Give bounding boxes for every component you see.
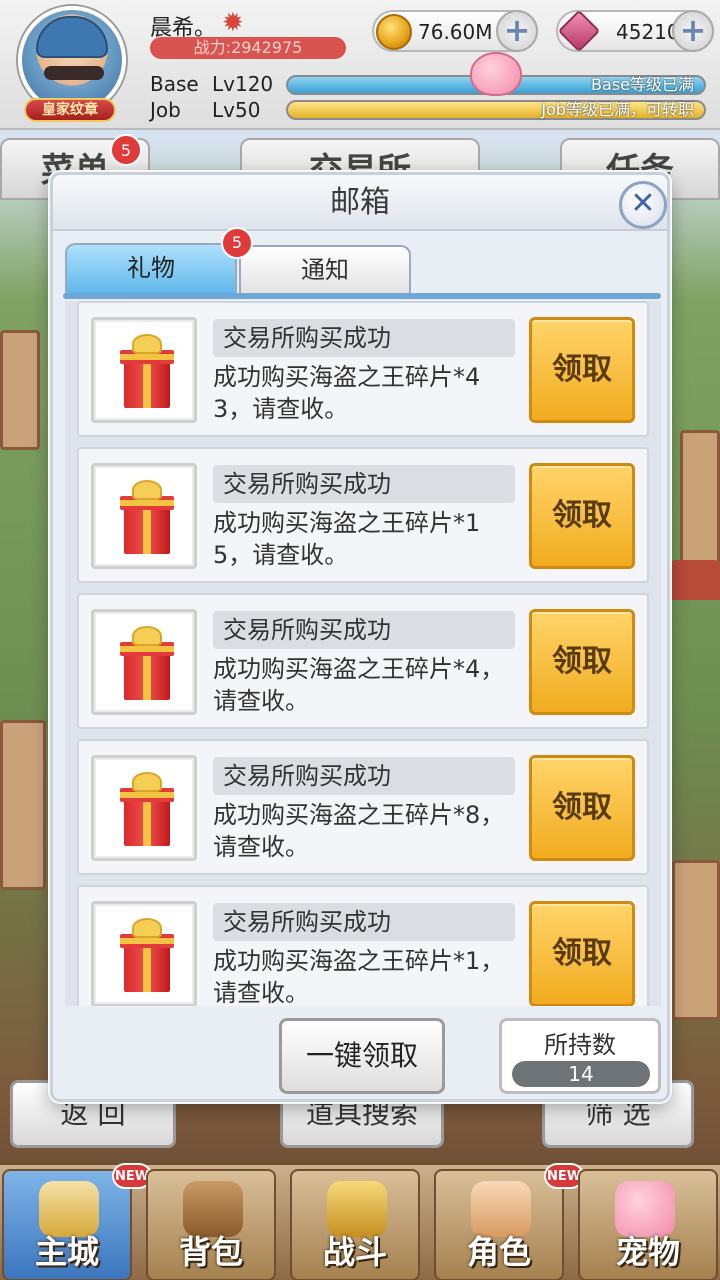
nav-pet[interactable]: 宠物 (578, 1169, 718, 1280)
held-count-panel: 所持数 14 (499, 1018, 661, 1094)
gem-counter: 45210 + (556, 9, 714, 53)
nav-main-city[interactable]: 主城 NEW (2, 1163, 152, 1280)
tab-notices[interactable]: 通知 (239, 245, 411, 293)
nav-backpack[interactable]: 背包 (146, 1169, 276, 1280)
job-label: Job (150, 98, 181, 122)
royal-badge: 皇家纹章 (24, 98, 116, 122)
coin-icon (376, 14, 412, 50)
nav-battle[interactable]: 战斗 (290, 1169, 420, 1280)
base-label: Base (150, 72, 199, 96)
nav-label: 主城 (34, 1233, 99, 1271)
job-exp-bar: Job等级已满，可转职 (286, 100, 706, 120)
gift-box-icon (91, 463, 197, 569)
add-gems-button[interactable]: + (672, 10, 714, 52)
mail-item: 交易所购买成功 成功购买海盗之王碎片*43，请查收。 领取 (77, 301, 649, 437)
nav-character[interactable]: 角色 NEW (434, 1163, 584, 1280)
claim-button[interactable]: 领取 (529, 463, 635, 569)
mail-title: 交易所购买成功 (213, 757, 515, 795)
zeny-value: 76.60M (418, 20, 493, 44)
mail-body: 成功购买海盗之王碎片*8，请查收。 (213, 801, 505, 861)
building (672, 860, 720, 1020)
held-count-value: 14 (512, 1061, 650, 1087)
claim-button[interactable]: 领取 (529, 755, 635, 861)
nav-label: 角色 (466, 1233, 531, 1271)
gift-box-icon (91, 609, 197, 715)
mail-title: 交易所购买成功 (213, 465, 515, 503)
building (0, 720, 46, 890)
tab-gifts[interactable]: 礼物 (65, 243, 237, 295)
mail-title: 交易所购买成功 (213, 319, 515, 357)
tab-underline (63, 293, 661, 299)
mail-body: 成功购买海盗之王碎片*43，请查收。 (213, 363, 481, 423)
gift-count-badge: 5 (221, 227, 253, 259)
mail-body: 成功购买海盗之王碎片*4，请查收。 (213, 655, 505, 715)
claim-button[interactable]: 领取 (529, 317, 635, 423)
mail-item: 交易所购买成功 成功购买海盗之王碎片*4，请查收。 领取 (77, 593, 649, 729)
nav-label: 背包 (178, 1233, 243, 1271)
mailbox-dialog: 邮箱 ✕ 礼物 通知 5 交易所购买成功 成功购买海盗之王碎片*43，请查收。 … (50, 172, 670, 1102)
mail-item: 交易所购买成功 成功购买海盗之王碎片*8，请查收。 领取 (77, 739, 649, 875)
poring-pet-icon[interactable] (470, 52, 522, 96)
menu-badge: 5 (110, 134, 142, 166)
claim-button[interactable]: 领取 (529, 901, 635, 1006)
mail-title: 交易所购买成功 (213, 611, 515, 649)
player-hud: 皇家纹章 晨希。 ✹ 战力:2942975 76.60M + 45210 + B… (0, 0, 720, 130)
nav-label: 战斗 (322, 1233, 387, 1271)
mail-body: 成功购买海盗之王碎片*1，请查收。 (213, 947, 505, 1006)
mail-list[interactable]: 交易所购买成功 成功购买海盗之王碎片*43，请查收。 领取 交易所购买成功 成功… (65, 301, 661, 1006)
combat-power: 战力:2942975 (150, 37, 346, 59)
title-emblem-icon: ✹ (222, 8, 244, 38)
avatar-mask (44, 66, 104, 80)
avatar-hat (36, 16, 108, 58)
gem-value: 45210 (616, 20, 680, 44)
base-level: Lv120 (212, 72, 274, 96)
zeny-counter: 76.60M + (372, 10, 538, 52)
mailbox-title: 邮箱 (53, 175, 667, 231)
mail-body: 成功购买海盗之王碎片*15，请查收。 (213, 509, 481, 569)
mail-item: 交易所购买成功 成功购买海盗之王碎片*1，请查收。 领取 (77, 885, 649, 1006)
bottom-nav: 主城 NEW 背包 战斗 角色 NEW 宠物 (0, 1162, 720, 1280)
gift-box-icon (91, 755, 197, 861)
mail-item: 交易所购买成功 成功购买海盗之王碎片*15，请查收。 领取 (77, 447, 649, 583)
gift-box-icon (91, 317, 197, 423)
claim-button[interactable]: 领取 (529, 609, 635, 715)
mail-title: 交易所购买成功 (213, 903, 515, 941)
roof (670, 560, 720, 600)
claim-all-button[interactable]: 一键领取 (279, 1018, 445, 1094)
gem-icon (557, 9, 601, 53)
building (0, 330, 40, 450)
held-count-label: 所持数 (544, 1031, 616, 1059)
nav-label: 宠物 (615, 1233, 680, 1271)
job-level: Lv50 (212, 98, 261, 122)
add-zeny-button[interactable]: + (496, 10, 538, 52)
close-button[interactable]: ✕ (619, 181, 667, 229)
building (680, 430, 720, 570)
gift-box-icon (91, 901, 197, 1006)
